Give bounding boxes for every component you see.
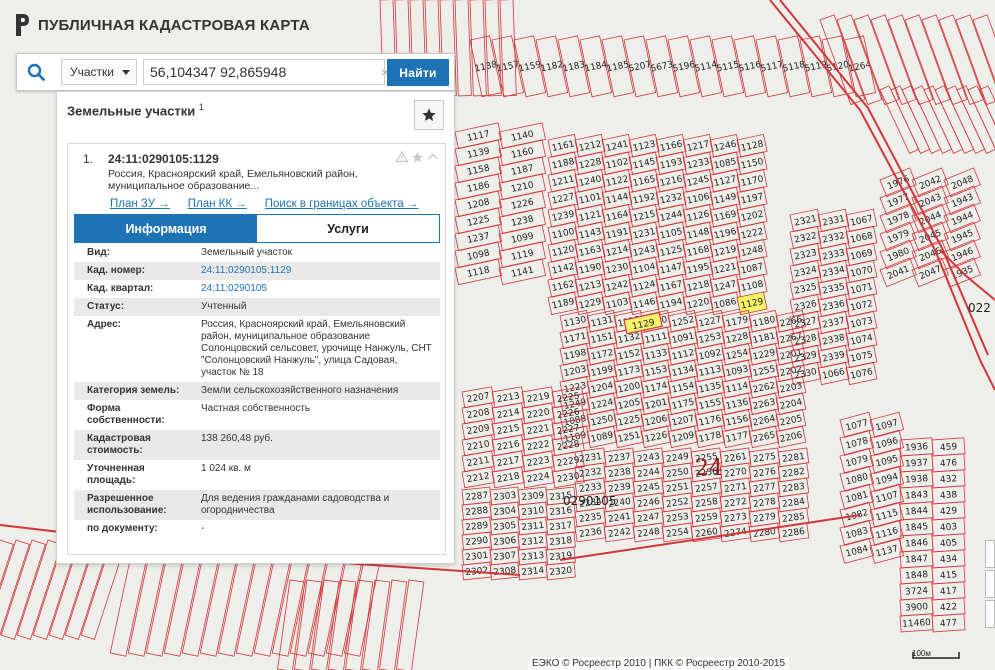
search-type-value: Участки <box>70 65 114 79</box>
plan-kk-link[interactable]: План КК → <box>188 198 247 210</box>
info-row: Кад. номер: 24:11:0290105:1129 <box>74 262 440 280</box>
info-label: Уточненная площадь: <box>87 463 145 486</box>
scale-label: 100м <box>912 649 931 658</box>
info-row: Адрес: Россия, Красноярский край, Емельян… <box>74 316 440 382</box>
zoom-out-button[interactable] <box>985 570 995 598</box>
quarter-label: 0290105 <box>563 494 616 508</box>
parcel-number: 429 <box>940 506 958 517</box>
find-button[interactable]: Найти <box>387 59 449 86</box>
info-value: Для ведения гражданами садоводства и ого… <box>194 490 440 520</box>
results-panel: Земельные участки 1 1. 24:11:0290105:112… <box>56 91 455 564</box>
info-value: Земли сельскохозяйственного назначения <box>194 382 440 400</box>
info-value: Россия, Красноярский край, Емельяновский… <box>201 319 432 378</box>
result-number: 1. <box>83 152 94 166</box>
edge-quarter-label: 022 <box>968 301 991 315</box>
parcel-number: 432 <box>940 474 958 485</box>
parcel-number: 1938 <box>905 474 929 486</box>
parcel-number: 403 <box>940 522 958 533</box>
parcel-number: 422 <box>940 602 958 613</box>
zoom-in-button[interactable] <box>985 540 995 568</box>
parcel-number: 1848 <box>905 570 929 582</box>
star-outline-icon[interactable] <box>411 151 424 164</box>
parcel-number: 434 <box>940 554 958 565</box>
app-header: ПУБЛИЧНАЯ КАДАСТРОВАЯ КАРТА <box>14 14 310 36</box>
info-row: Разрешенное использование: Для ведения гр… <box>74 490 440 520</box>
info-value[interactable]: 24:11:0290105:1129 <box>194 262 440 280</box>
info-value: - <box>201 523 205 534</box>
tab-information[interactable]: Информация <box>75 215 257 242</box>
info-label: Адрес: <box>87 319 121 330</box>
search-icon-button[interactable] <box>17 54 55 90</box>
result-links: План ЗУ → План КК → Поиск в границах объ… <box>110 198 418 210</box>
info-value: Земельный участок <box>201 247 293 258</box>
parcel-number: 3724 <box>905 586 929 598</box>
info-row: Кад. квартал: 24:11:0290105 <box>74 280 440 298</box>
info-value: 138 260,48 руб. <box>194 430 440 460</box>
parcel-number: 1843 <box>905 490 929 502</box>
info-row: Уточненная площадь: 1 024 кв. м <box>74 460 440 490</box>
info-table: Вид: Земельный участок Кад. номер: 24:11:02… <box>74 244 440 538</box>
info-value: Учтенный <box>194 298 440 316</box>
warning-icon[interactable] <box>396 151 408 163</box>
parcel-number: 3900 <box>905 602 929 614</box>
info-label: Кадастровая стоимость: <box>74 430 194 460</box>
info-row: по документу: - <box>74 520 440 538</box>
parcel-number: 1937 <box>905 458 929 470</box>
results-count: 1 <box>198 102 204 112</box>
layers-button[interactable] <box>985 600 995 628</box>
parcel-number: 1844 <box>905 506 929 518</box>
chevron-down-icon <box>122 69 130 75</box>
info-label: Кад. номер: <box>74 262 194 280</box>
info-label: Статус: <box>74 298 194 316</box>
result-address: Россия, Красноярский край, Емельяновский… <box>108 168 358 192</box>
favorite-button[interactable] <box>414 100 444 130</box>
search-icon <box>27 63 45 81</box>
result-cad-number[interactable]: 24:11:0290105:1129 <box>108 152 219 166</box>
info-value: Частная собственность <box>201 403 311 414</box>
parcel-number: 1847 <box>905 554 929 566</box>
copyright: ЕЭКО © Росреестр 2010 | ПКК © Росреестр … <box>528 657 790 670</box>
parcel-number: 11460 <box>902 618 932 630</box>
result-card[interactable]: 1. 24:11:0290105:1129 Россия, Красноярск… <box>67 143 446 555</box>
search-in-bounds-link[interactable]: Поиск в границах объекта → <box>265 198 419 210</box>
info-row: Кадастровая стоимость: 138 260,48 руб. <box>74 430 440 460</box>
chevron-up-icon[interactable] <box>427 151 439 163</box>
map-controls <box>985 540 995 630</box>
parcel-number: 438 <box>940 490 958 501</box>
star-icon <box>422 108 436 121</box>
parcel-number: 459 <box>940 442 958 453</box>
app-title: ПУБЛИЧНАЯ КАДАСТРОВАЯ КАРТА <box>38 16 310 34</box>
info-label: Категория земель: <box>74 382 194 400</box>
info-row: Вид: Земельный участок <box>74 244 440 262</box>
parcel-number: 1936 <box>905 442 929 454</box>
result-tabs: Информация Услуги <box>74 214 440 243</box>
parcel-number: 415 <box>940 570 958 581</box>
parcel-number: 417 <box>940 586 958 597</box>
search-input[interactable] <box>143 59 385 85</box>
info-value[interactable]: 24:11:0290105 <box>194 280 440 298</box>
info-label: по документу: <box>87 523 158 534</box>
results-heading-text: Земельные участки <box>67 103 196 119</box>
parcel-number: 405 <box>940 538 958 549</box>
info-label: Кад. квартал: <box>87 283 154 294</box>
info-row: Форма собственности: Частная собственност… <box>74 400 440 430</box>
info-row: Статус: Учтенный <box>74 298 440 316</box>
parcel-number: 1846 <box>905 538 929 550</box>
info-label: Разрешенное использование: <box>74 490 194 520</box>
results-heading: Земельные участки 1 <box>67 102 204 118</box>
plan-zu-link[interactable]: План ЗУ → <box>110 198 170 210</box>
search-bar: Участки × Найти <box>16 53 455 91</box>
info-value: 1 024 кв. м <box>201 463 251 474</box>
parcel-number: 476 <box>940 458 958 469</box>
info-label: Форма собственности: <box>87 403 165 426</box>
parcel-number: 477 <box>940 618 958 629</box>
tab-services[interactable]: Услуги <box>257 215 439 242</box>
search-type-select[interactable]: Участки <box>61 59 137 85</box>
result-tools <box>396 151 439 164</box>
district-label: 24 <box>695 456 723 481</box>
parcel-number: 1845 <box>905 522 929 534</box>
info-row: Категория земель: Земли сельскохозяйствен… <box>74 382 440 400</box>
rosreestr-logo-icon <box>16 14 29 36</box>
info-label: Вид: <box>87 247 111 258</box>
